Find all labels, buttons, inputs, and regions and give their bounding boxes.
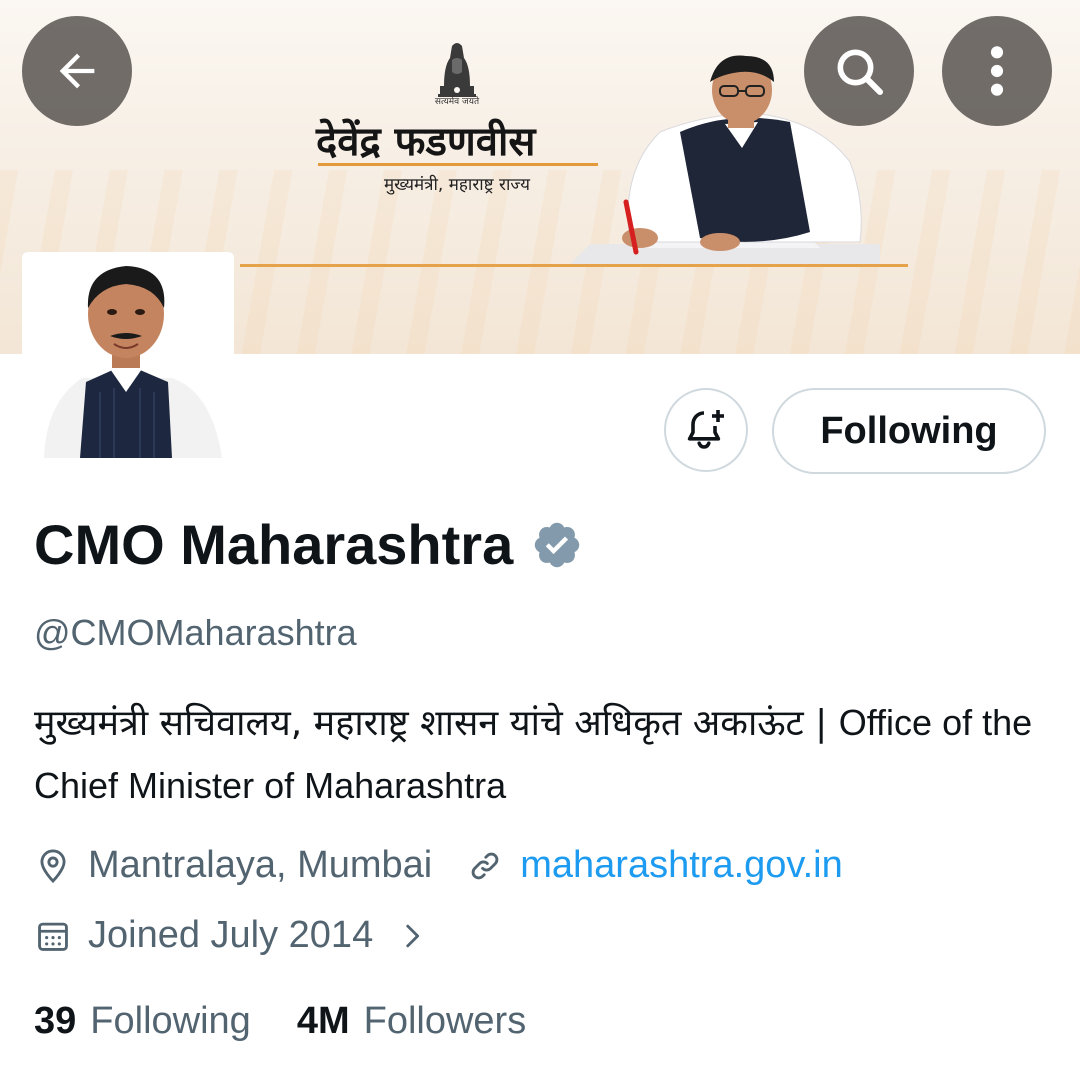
following-stat[interactable]: 39 Following (34, 1000, 251, 1043)
display-name-row: CMO Maharashtra (34, 512, 583, 578)
following-label: Following (90, 1000, 251, 1042)
profile-location: Mantralaya, Mumbai (88, 844, 433, 886)
search-icon (837, 49, 884, 96)
banner-title: देवेंद्र फडणवीस (316, 119, 536, 165)
followers-label: Followers (363, 1000, 527, 1042)
emblem-motto: सत्यमेव जयते (434, 97, 480, 107)
profile-meta-joined[interactable]: Joined July 2014 (34, 914, 429, 957)
search-button[interactable] (804, 16, 914, 126)
bell-plus-icon (687, 410, 724, 449)
profile-bio: मुख्यमंत्री सचिवालय, महाराष्ट्र शासन यां… (34, 692, 1046, 818)
verified-badge-icon (535, 522, 580, 568)
following-count: 39 (34, 1000, 77, 1042)
more-vertical-icon (990, 46, 1004, 96)
bio-marathi: मुख्यमंत्री सचिवालय, महाराष्ट्र शासन यां… (34, 703, 839, 744)
banner-title-underline (318, 163, 598, 166)
more-options-button[interactable] (942, 16, 1052, 126)
notifications-button[interactable] (664, 388, 748, 472)
link-icon (471, 852, 499, 879)
banner-baseline (240, 264, 908, 267)
chevron-right-icon (406, 924, 420, 947)
profile-handle: @CMOMaharashtra (34, 612, 357, 653)
back-button[interactable] (22, 16, 132, 126)
banner-subtitle: मुख्यमंत्री, महाराष्ट्र राज्य (384, 175, 530, 195)
profile-joined-date: Joined July 2014 (88, 914, 374, 956)
followers-count: 4M (296, 1000, 350, 1042)
calendar-icon (38, 922, 68, 951)
following-button[interactable]: Following (772, 388, 1046, 474)
profile-avatar[interactable] (22, 252, 234, 458)
profile-meta-location-website: Mantralaya, Mumbai maharashtra.gov.in (34, 844, 843, 887)
followers-stat[interactable]: 4M Followers (297, 1000, 526, 1043)
avatar-photo (22, 252, 234, 458)
profile-stats: 39 Following 4M Followers (34, 1000, 526, 1043)
display-name: CMO Maharashtra (34, 513, 514, 576)
arrow-left-icon (59, 53, 95, 89)
location-pin-icon (40, 849, 66, 883)
profile-website-link[interactable]: maharashtra.gov.in (520, 844, 842, 887)
